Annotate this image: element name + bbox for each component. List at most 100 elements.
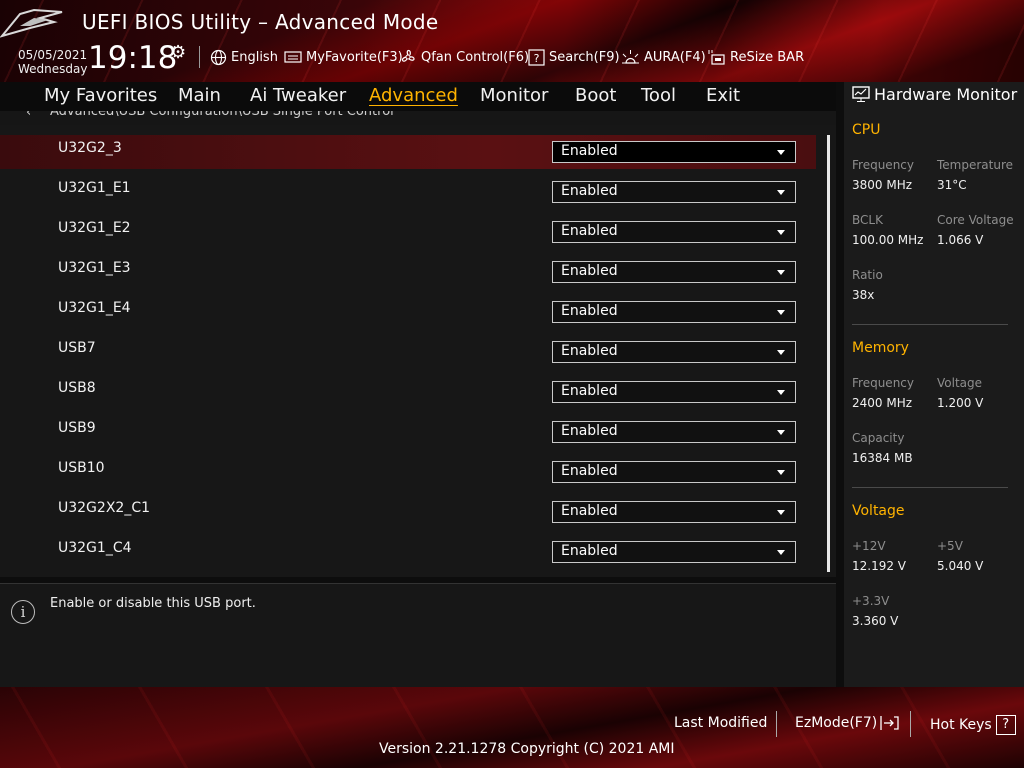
dropdown-value: Enabled <box>561 543 618 559</box>
ratio-value: 38x <box>852 288 875 302</box>
port-row-u32g1-e3[interactable]: U32G1_E3 Enabled <box>0 255 816 289</box>
port-row-u32g1-c4[interactable]: U32G1_C4 Enabled <box>0 535 816 569</box>
search-label: Search(F9) <box>549 49 620 65</box>
footer-divider <box>910 711 911 737</box>
breadcrumb-path: Advanced\USB Configuration\USB Single Po… <box>50 111 394 119</box>
port-value-dropdown[interactable]: Enabled <box>552 541 796 563</box>
port-value-dropdown[interactable]: Enabled <box>552 421 796 443</box>
port-row-u32g1-e4[interactable]: U32G1_E4 Enabled <box>0 295 816 329</box>
help-text: Enable or disable this USB port. <box>50 596 256 611</box>
tab-ai-tweaker[interactable]: Ai Tweaker <box>250 85 346 106</box>
aura-light-icon <box>622 49 639 64</box>
voltage-heading: Voltage <box>852 503 905 519</box>
dropdown-value: Enabled <box>561 463 618 479</box>
port-row-usb10[interactable]: USB10 Enabled <box>0 455 816 489</box>
tab-advanced[interactable]: Advanced <box>369 85 458 106</box>
dropdown-value: Enabled <box>561 503 618 519</box>
port-label: USB10 <box>58 460 105 476</box>
port-value-dropdown[interactable]: Enabled <box>552 381 796 403</box>
memory-voltage-value: 1.200 V <box>937 396 984 410</box>
language-button[interactable]: English <box>210 48 278 66</box>
version-text: Version 2.21.1278 Copyright (C) 2021 AMI <box>379 741 675 757</box>
tab-exit[interactable]: Exit <box>706 85 740 106</box>
dropdown-value: Enabled <box>561 263 618 279</box>
day-text: Wednesday <box>18 62 88 76</box>
footer-bar: Last Modified EzMode(F7) Hot Keys ? Vers… <box>0 687 1024 768</box>
v5-value: 5.040 V <box>937 559 984 573</box>
port-row-u32g1-e2[interactable]: U32G1_E2 Enabled <box>0 215 816 249</box>
port-label: USB7 <box>58 340 96 356</box>
tab-main[interactable]: Main <box>178 85 221 106</box>
memory-heading: Memory <box>852 340 909 356</box>
port-row-usb7[interactable]: USB7 Enabled <box>0 335 816 369</box>
date-text: 05/05/2021 <box>18 48 88 62</box>
monitor-icon <box>852 86 870 102</box>
cpu-frequency-label: Frequency <box>852 158 914 172</box>
port-row-usb8[interactable]: USB8 Enabled <box>0 375 816 409</box>
core-voltage-label: Core Voltage <box>937 213 1014 227</box>
search-button[interactable]: ? Search(F9) <box>528 48 620 66</box>
memory-frequency-label: Frequency <box>852 376 914 390</box>
aura-label: AURA(F4) <box>644 49 706 65</box>
back-arrow-icon[interactable]: ‹ <box>26 111 31 120</box>
main-nav: My Favorites Main Ai Tweaker Advanced Mo… <box>0 82 836 112</box>
aura-button[interactable]: AURA(F4) <box>621 48 706 66</box>
dropdown-arrow-icon <box>777 310 785 315</box>
port-row-u32g1-e1[interactable]: U32G1_E1 Enabled <box>0 175 816 209</box>
port-value-dropdown[interactable]: Enabled <box>552 181 796 203</box>
tab-boot[interactable]: Boot <box>575 85 616 106</box>
ezmode-button[interactable]: EzMode(F7) <box>795 715 899 731</box>
bclk-value: 100.00 MHz <box>852 233 924 247</box>
port-value-dropdown[interactable]: Enabled <box>552 141 796 163</box>
tab-my-favorites[interactable]: My Favorites <box>44 85 157 106</box>
port-row-u32g2-3[interactable]: U32G2_3 Enabled <box>0 135 816 169</box>
dropdown-arrow-icon <box>777 350 785 355</box>
port-row-u32g2x2-c1[interactable]: U32G2X2_C1 Enabled <box>0 495 816 529</box>
dropdown-value: Enabled <box>561 343 618 359</box>
resize-bar-label: ReSize BAR <box>730 49 805 65</box>
port-value-dropdown[interactable]: Enabled <box>552 341 796 363</box>
qfan-control-button[interactable]: Qfan Control(F6) <box>399 48 529 66</box>
port-label: U32G1_E4 <box>58 300 131 316</box>
port-value-dropdown[interactable]: Enabled <box>552 261 796 283</box>
v5-label: +5V <box>937 539 963 553</box>
hot-keys-label: Hot Keys <box>930 717 992 733</box>
port-row-usb9[interactable]: USB9 Enabled <box>0 415 816 449</box>
dropdown-arrow-icon <box>777 550 785 555</box>
cpu-heading: CPU <box>852 122 881 138</box>
resize-bar-icon <box>708 49 725 65</box>
svg-text:?: ? <box>534 52 540 65</box>
port-label: USB8 <box>58 380 96 396</box>
cpu-frequency-value: 3800 MHz <box>852 178 913 192</box>
section-divider <box>852 487 1008 488</box>
myfavorite-button[interactable]: MyFavorite(F3) <box>284 48 403 66</box>
port-value-dropdown[interactable]: Enabled <box>552 301 796 323</box>
time-display: 19:18 <box>88 40 178 76</box>
footer-divider <box>776 711 777 737</box>
settings-gear-icon[interactable]: ⚙ <box>170 42 186 63</box>
section-divider <box>852 324 1008 325</box>
port-label: U32G1_E2 <box>58 220 131 236</box>
port-value-dropdown[interactable]: Enabled <box>552 221 796 243</box>
hardware-monitor-label: Hardware Monitor <box>874 85 1018 104</box>
bclk-label: BCLK <box>852 213 883 227</box>
ratio-label: Ratio <box>852 268 883 282</box>
hot-keys-button[interactable]: Hot Keys ? <box>930 715 1016 735</box>
tab-monitor[interactable]: Monitor <box>480 85 548 106</box>
dropdown-value: Enabled <box>561 183 618 199</box>
hardware-monitor-title: Hardware Monitor <box>852 85 1017 104</box>
port-value-dropdown[interactable]: Enabled <box>552 461 796 483</box>
date-display: 05/05/2021 Wednesday <box>18 48 87 76</box>
toolbar-divider <box>199 46 200 68</box>
dropdown-value: Enabled <box>561 303 618 319</box>
port-value-dropdown[interactable]: Enabled <box>552 501 796 523</box>
resize-bar-button[interactable]: ReSize BAR <box>707 48 804 66</box>
dropdown-arrow-icon <box>777 230 785 235</box>
last-modified-button[interactable]: Last Modified <box>674 715 767 731</box>
tab-tool[interactable]: Tool <box>641 85 676 106</box>
memory-voltage-label: Voltage <box>937 376 983 390</box>
help-panel: i Enable or disable this USB port. <box>0 583 836 688</box>
dropdown-arrow-icon <box>777 510 785 515</box>
myfavorite-label: MyFavorite(F3) <box>306 49 403 65</box>
scrollbar[interactable] <box>827 135 830 572</box>
